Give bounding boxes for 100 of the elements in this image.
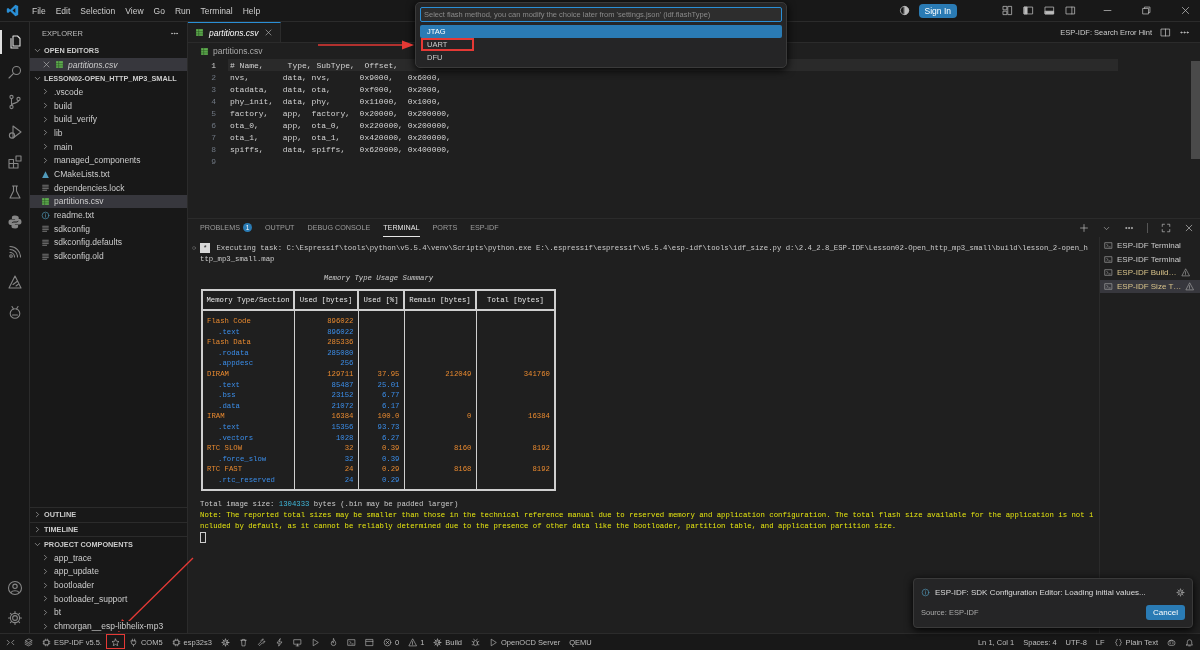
menu-item[interactable]: File xyxy=(27,5,51,16)
account-icon[interactable] xyxy=(6,580,23,596)
trash-icon[interactable] xyxy=(238,637,248,647)
split-editor-icon[interactable] xyxy=(1160,26,1171,38)
code-line: factory, app, factory, 0x20000, 0x200000, xyxy=(230,108,451,118)
terminal-icon xyxy=(1104,281,1113,291)
monitor-icon[interactable] xyxy=(292,637,302,647)
tree-item[interactable]: bootloader_support xyxy=(30,591,187,606)
tree-item[interactable]: main xyxy=(30,139,187,154)
menu-item[interactable]: Selection xyxy=(75,5,121,16)
terminal-icon[interactable] xyxy=(346,637,356,647)
open-editor-item[interactable]: partitions.csv xyxy=(30,57,187,72)
bell-icon[interactable] xyxy=(1185,637,1194,647)
chevron-icon[interactable] xyxy=(33,510,42,520)
tree-item[interactable]: CMakeLists.txt xyxy=(30,167,187,181)
chevron-icon[interactable] xyxy=(41,580,50,590)
tree-item[interactable]: readme.txt xyxy=(30,208,187,222)
cancel-button[interactable]: Cancel xyxy=(1146,604,1185,620)
triangle-icon xyxy=(41,169,50,179)
menu-item[interactable]: Edit xyxy=(50,5,76,16)
tree-item[interactable]: .vscode xyxy=(30,85,187,99)
tree-item[interactable]: chmorgan__esp-libhelix-mp3 xyxy=(30,619,187,633)
remote-icon[interactable] xyxy=(6,637,15,647)
chevron-icon[interactable] xyxy=(41,128,50,138)
bug-icon[interactable] xyxy=(471,637,480,647)
settings-icon xyxy=(433,637,443,647)
terminal-list-item[interactable]: ESP-IDF Build… xyxy=(1100,266,1200,280)
terminal-list-item[interactable]: ESP-IDF Terminal xyxy=(1100,252,1200,266)
tree-item[interactable]: sdkconfig xyxy=(30,221,187,236)
chevron-icon[interactable] xyxy=(41,553,50,563)
menu-item[interactable]: Terminal xyxy=(195,5,238,16)
tree-item[interactable]: build_verify xyxy=(30,112,187,127)
extensions-icon[interactable] xyxy=(6,154,23,170)
layout-icon[interactable] xyxy=(1002,5,1013,16)
wrench-icon[interactable] xyxy=(256,637,266,647)
settings-icon[interactable] xyxy=(1176,587,1185,597)
close-icon[interactable] xyxy=(1184,223,1194,233)
menu-item[interactable]: Go xyxy=(148,5,170,16)
chevron-icon[interactable] xyxy=(41,621,50,631)
chevron-icon[interactable] xyxy=(41,566,50,576)
settings-icon[interactable] xyxy=(220,637,230,647)
chevron-icon[interactable] xyxy=(33,524,42,534)
menu-item[interactable]: View xyxy=(120,5,149,16)
sidebar-toggle-icon[interactable] xyxy=(1023,5,1034,16)
box-icon[interactable] xyxy=(364,637,374,647)
menu-item[interactable]: Help xyxy=(237,5,266,16)
triangle-icon[interactable] xyxy=(6,274,23,290)
warning-icon xyxy=(408,637,418,647)
chevron-icon[interactable] xyxy=(41,594,50,604)
signal-icon[interactable] xyxy=(6,244,23,260)
robot-icon[interactable] xyxy=(1167,637,1176,647)
source-control-icon[interactable] xyxy=(6,94,23,110)
half-circle-icon[interactable] xyxy=(898,5,910,16)
star-icon[interactable] xyxy=(110,637,120,647)
chevron-icon[interactable] xyxy=(41,142,50,152)
tree-item[interactable]: bootloader xyxy=(30,578,187,592)
restore-icon[interactable] xyxy=(1141,5,1152,16)
search-icon[interactable] xyxy=(6,64,23,80)
breadcrumb[interactable]: partitions.csv xyxy=(213,46,263,56)
run-debug-icon[interactable] xyxy=(6,124,23,140)
sign-in-button[interactable]: Sign In xyxy=(918,3,957,18)
chevron-icon[interactable] xyxy=(41,114,50,124)
chip-icon xyxy=(42,637,51,647)
line-number: 7 xyxy=(210,132,216,142)
layers-icon[interactable] xyxy=(24,637,33,647)
tree-item[interactable]: managed_components xyxy=(30,153,187,168)
chevron-icon[interactable] xyxy=(41,607,50,617)
flame-icon[interactable] xyxy=(328,637,338,647)
play-icon[interactable] xyxy=(310,637,320,647)
terminal-name: ESP-IDF Size T… xyxy=(1117,281,1182,291)
settings-icon[interactable] xyxy=(6,610,23,626)
chevron-icon[interactable] xyxy=(41,101,50,111)
plus-icon[interactable] xyxy=(1079,223,1089,233)
editor-tab[interactable]: partitions.csv xyxy=(188,22,281,42)
tree-item[interactable]: app_update xyxy=(30,564,187,579)
close-icon[interactable] xyxy=(1180,5,1191,16)
secondary-sidebar-icon[interactable] xyxy=(1065,5,1076,16)
chevron-icon[interactable] xyxy=(41,87,50,97)
close-icon[interactable] xyxy=(263,28,273,37)
snake-icon[interactable] xyxy=(6,214,23,230)
panel-toggle-icon[interactable] xyxy=(1044,5,1055,16)
tree-item[interactable]: lib xyxy=(30,126,187,140)
tree-item[interactable]: dependencies.lock xyxy=(30,180,187,195)
info-icon xyxy=(41,210,50,220)
tree-item[interactable]: bt xyxy=(30,605,187,620)
terminal-list-item[interactable]: ESP-IDF Size T… xyxy=(1100,279,1200,293)
tree-item[interactable]: sdkconfig.old xyxy=(30,249,187,263)
maximize-icon[interactable] xyxy=(1161,223,1171,233)
bolt-icon[interactable] xyxy=(274,637,284,647)
close-icon[interactable] xyxy=(42,60,51,70)
tree-item[interactable]: sdkconfig.defaults xyxy=(30,235,187,250)
logo-icon[interactable] xyxy=(6,4,19,17)
menu-item[interactable]: Run xyxy=(169,5,196,16)
tree-item[interactable]: partitions.csv xyxy=(30,194,187,209)
scrollbar[interactable] xyxy=(1191,61,1200,159)
tree-item[interactable]: app_trace xyxy=(30,550,187,565)
file-name: sdkconfig xyxy=(54,223,90,234)
terminal-list-item[interactable]: ESP-IDF Terminal xyxy=(1100,239,1200,253)
chevron-icon[interactable] xyxy=(41,155,50,165)
tree-item[interactable]: build xyxy=(30,98,187,113)
